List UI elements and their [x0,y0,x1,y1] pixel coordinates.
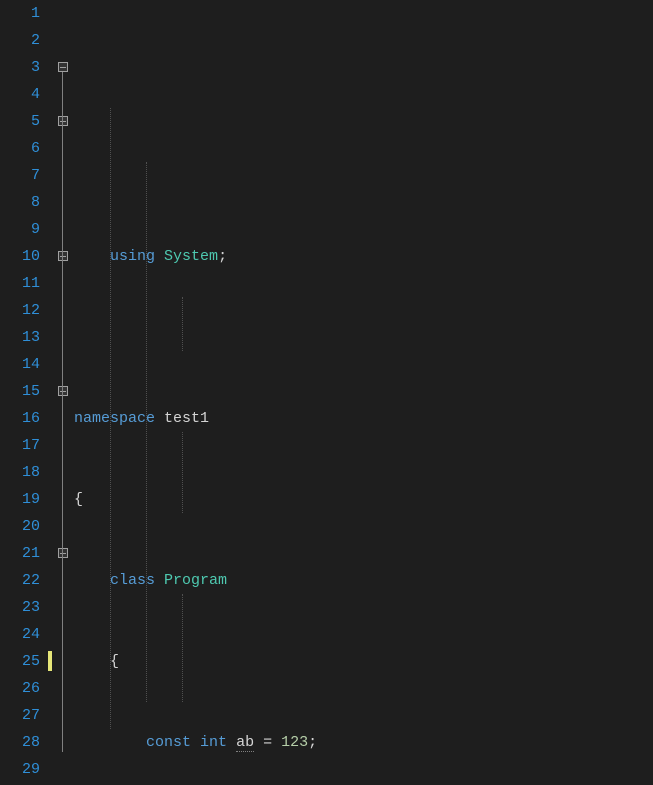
line-number: 26 [0,675,40,702]
line-number: 9 [0,216,40,243]
line-number: 18 [0,459,40,486]
fold-column [54,0,74,785]
line-number: 16 [0,405,40,432]
code-area[interactable]: using System; namespace test1 { class Pr… [74,0,653,785]
code-line[interactable]: { [74,486,653,513]
line-number: 8 [0,189,40,216]
line-number: 7 [0,162,40,189]
line-number: 17 [0,432,40,459]
fold-toggle-icon[interactable] [58,62,68,72]
line-number: 28 [0,729,40,756]
line-number: 12 [0,297,40,324]
code-line[interactable]: const int ab = 123; [74,729,653,756]
line-number: 10 [0,243,40,270]
line-number: 5 [0,108,40,135]
line-number: 23 [0,594,40,621]
modified-line-marker [48,651,52,671]
code-line[interactable] [74,324,653,351]
line-number: 21 [0,540,40,567]
fold-toggle-icon[interactable] [58,548,68,558]
fold-toggle-icon[interactable] [58,386,68,396]
line-number: 20 [0,513,40,540]
line-number: 29 [0,756,40,783]
line-number: 22 [0,567,40,594]
code-line[interactable]: class Program [74,567,653,594]
code-editor[interactable]: 1 2 3 4 5 6 7 8 9 10 11 12 13 14 15 16 1… [0,0,653,785]
line-number-gutter: 1 2 3 4 5 6 7 8 9 10 11 12 13 14 15 16 1… [0,0,48,785]
line-number: 19 [0,486,40,513]
line-number: 2 [0,27,40,54]
fold-toggle-icon[interactable] [58,116,68,126]
line-number: 15 [0,378,40,405]
line-number: 1 [0,0,40,27]
code-line[interactable]: namespace test1 [74,405,653,432]
line-number: 14 [0,351,40,378]
line-number: 25 [0,648,40,675]
code-line[interactable]: { [74,648,653,675]
line-number: 27 [0,702,40,729]
line-number: 24 [0,621,40,648]
line-number: 11 [0,270,40,297]
fold-toggle-icon[interactable] [58,251,68,261]
line-number: 4 [0,81,40,108]
code-line[interactable]: using System; [74,243,653,270]
line-number: 6 [0,135,40,162]
line-number: 3 [0,54,40,81]
line-number: 13 [0,324,40,351]
